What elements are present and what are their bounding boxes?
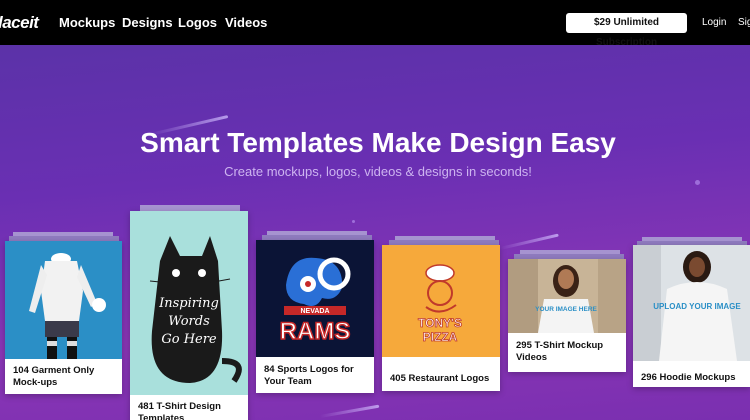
card-label: 84 Sports Logos for Your Team — [264, 364, 354, 387]
sports-logo-bottom-text: RAMS — [280, 318, 351, 345]
tshirt-video-image: YOUR IMAGE HERE — [508, 259, 626, 333]
card-label: 104 Garment Only Mock-ups — [13, 365, 95, 388]
login-link[interactable]: Login — [702, 17, 726, 28]
category-card-hoodie-mockups[interactable]: UPLOAD YOUR IMAGE 296 Hoodie Mockups — [633, 245, 750, 387]
tshirt-design-image: Inspiring Words Go Here — [130, 211, 248, 395]
hoodie-placeholder-text: UPLOAD YOUR IMAGE — [653, 302, 741, 311]
card-label: 296 Hoodie Mockups — [641, 372, 736, 383]
shirt-placeholder-text: YOUR IMAGE HERE — [535, 306, 597, 313]
design-text-line1: Inspiring — [158, 296, 219, 311]
nav-mockups-link[interactable]: Mockups — [59, 15, 115, 30]
hoodie-mockup-image: UPLOAD YOUR IMAGE — [633, 245, 750, 361]
nav-videos-link[interactable]: Videos — [225, 15, 267, 30]
restaurant-logo-image: TONY'S PIZZA — [382, 245, 500, 357]
nav-designs-link[interactable]: Designs — [122, 15, 173, 30]
hero-section: Smart Templates Make Design Easy Create … — [0, 45, 750, 420]
hero-subtitle: Create mockups, logos, videos & designs … — [224, 164, 532, 179]
category-card-sports-logos[interactable]: NEVADA RAMS 84 Sports Logos for Your Tea… — [256, 240, 374, 393]
decorative-dot — [695, 180, 700, 185]
top-navigation-bar: laceit Mockups Designs Logos Videos $29 … — [0, 0, 750, 48]
category-card-tshirt-videos[interactable]: YOUR IMAGE HERE 295 T-Shirt Mockup Video… — [508, 259, 626, 372]
design-text-line2: Words — [168, 314, 210, 329]
card-label: 481 T-Shirt Design Templates — [138, 401, 221, 420]
decorative-streak — [319, 404, 380, 418]
hero-title: Smart Templates Make Design Easy — [140, 127, 616, 158]
restaurant-logo-bottom-text: PIZZA — [423, 330, 458, 344]
nav-logos-link[interactable]: Logos — [178, 15, 217, 30]
placeit-logo[interactable]: laceit — [0, 13, 39, 33]
restaurant-logo-top-text: TONY'S — [418, 316, 462, 330]
decorative-streak — [499, 233, 559, 250]
unlimited-subscription-button[interactable]: $29 Unlimited Subscription — [566, 13, 687, 48]
category-card-tshirt-designs[interactable]: Inspiring Words Go Here 481 T-Shirt Desi… — [130, 211, 248, 420]
garment-mockup-image — [5, 241, 122, 359]
signup-link[interactable]: Sig — [738, 17, 750, 28]
sports-logo-image: NEVADA RAMS — [256, 240, 374, 357]
category-card-garment-mockups[interactable]: 104 Garment Only Mock-ups — [5, 241, 122, 394]
card-label: 405 Restaurant Logos — [390, 373, 490, 384]
design-text-line3: Go Here — [161, 332, 217, 347]
card-label: 295 T-Shirt Mockup Videos — [516, 340, 604, 363]
sports-logo-top-text: NEVADA — [300, 308, 329, 315]
decorative-dot — [352, 220, 355, 223]
category-card-restaurant-logos[interactable]: TONY'S PIZZA 405 Restaurant Logos — [382, 245, 500, 391]
